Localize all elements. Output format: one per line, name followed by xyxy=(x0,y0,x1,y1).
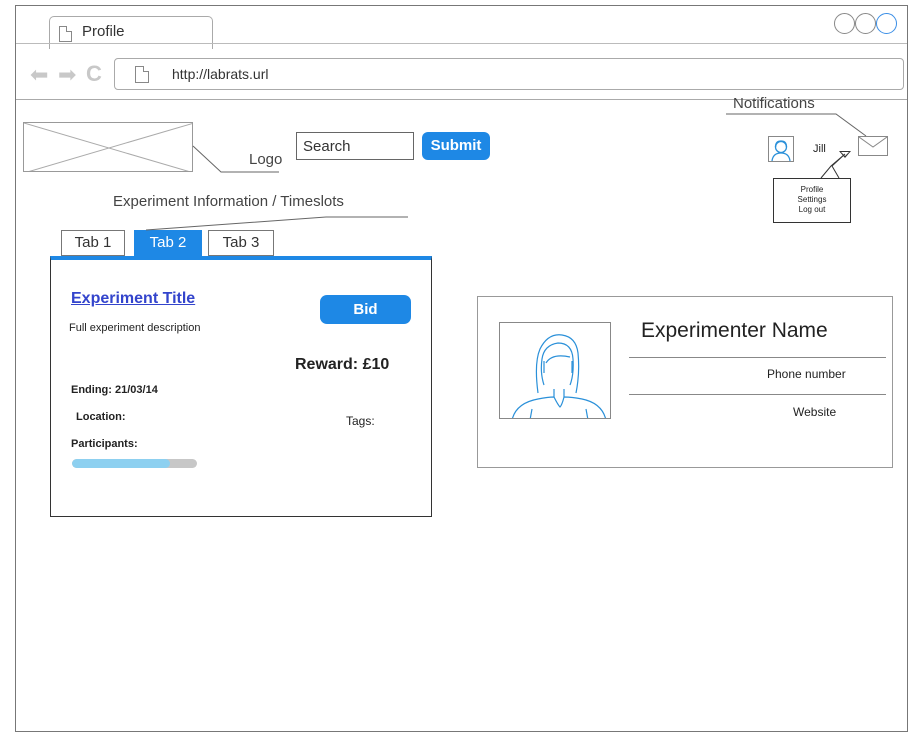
participants-progress-bar xyxy=(72,459,197,468)
browser-tab-profile[interactable]: Profile xyxy=(49,16,213,49)
logo-placeholder[interactable] xyxy=(23,122,193,172)
window-button-icon[interactable] xyxy=(876,13,897,34)
section-label: Experiment Information / Timeslots xyxy=(113,193,344,210)
phone-number[interactable]: Phone number xyxy=(767,367,846,381)
experiment-card: Experiment Title Bid Full experiment des… xyxy=(50,256,432,517)
section-label-text: Experiment Information / Timeslots xyxy=(113,193,344,210)
user-menu-item-profile[interactable]: Profile xyxy=(774,185,850,195)
url-text: http://labrats.url xyxy=(172,66,269,82)
chevron-down-icon[interactable] xyxy=(839,151,851,158)
user-menu-item-logout[interactable]: Log out xyxy=(774,205,850,215)
user-name[interactable]: Jill xyxy=(813,143,826,155)
document-icon xyxy=(135,66,149,83)
address-bar[interactable]: http://labrats.url xyxy=(114,58,904,90)
experimenter-name: Experimenter Name xyxy=(641,319,828,342)
person-icon xyxy=(512,334,607,418)
participants-label: Participants: xyxy=(71,438,138,450)
user-menu-dropdown: Profile Settings Log out xyxy=(773,178,851,223)
divider xyxy=(629,357,886,358)
refresh-icon[interactable]: C xyxy=(86,63,102,85)
submit-button[interactable]: Submit xyxy=(422,132,490,160)
search-input[interactable]: Search xyxy=(296,132,414,160)
back-arrow-icon[interactable]: ⬅ xyxy=(30,64,48,86)
user-menu-item-settings[interactable]: Settings xyxy=(774,195,850,205)
tab-1[interactable]: Tab 1 xyxy=(61,230,125,256)
logo-placeholder-graphic xyxy=(24,123,192,171)
user-avatar-icon[interactable] xyxy=(768,136,794,162)
participants-progress-fill xyxy=(72,459,170,468)
tags-label: Tags: xyxy=(346,414,375,428)
window-button-icon[interactable] xyxy=(834,13,855,34)
experimenter-photo xyxy=(499,322,611,419)
notifications-label: Notifications xyxy=(733,95,815,112)
experiment-description: Full experiment description xyxy=(69,322,201,334)
forward-arrow-icon[interactable]: ➡ xyxy=(58,64,76,86)
ending-date: Ending: 21/03/14 xyxy=(71,384,158,396)
experiment-title[interactable]: Experiment Title xyxy=(71,290,195,308)
divider xyxy=(629,394,886,395)
website-link[interactable]: Website xyxy=(793,405,836,419)
tab-3[interactable]: Tab 3 xyxy=(208,230,274,256)
browser-window: Profile ⬅ ➡ C http://labrats.url Logo Se… xyxy=(15,5,908,732)
location-label: Location: xyxy=(76,411,126,423)
bid-button[interactable]: Bid xyxy=(320,295,411,324)
window-button-icon[interactable] xyxy=(855,13,876,34)
mail-icon[interactable] xyxy=(858,136,888,156)
experimenter-card: Experimenter Name Phone number Website xyxy=(477,296,893,468)
document-icon xyxy=(59,26,72,42)
browser-tab-label: Profile xyxy=(82,23,125,40)
logo-label: Logo xyxy=(249,151,283,168)
tab-strip-divider xyxy=(16,43,907,44)
tab-2[interactable]: Tab 2 xyxy=(134,230,202,256)
reward-value: Reward: £10 xyxy=(295,356,390,373)
